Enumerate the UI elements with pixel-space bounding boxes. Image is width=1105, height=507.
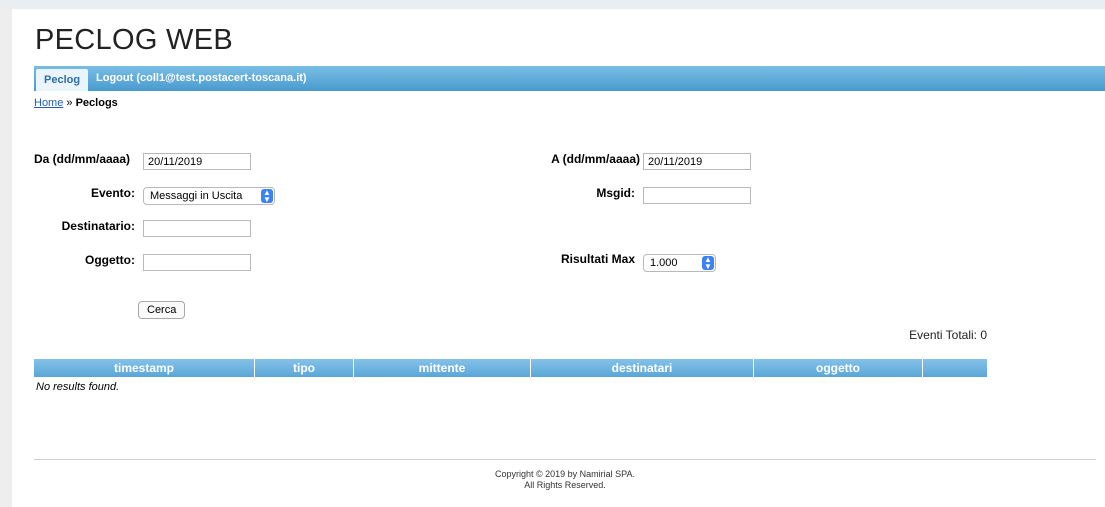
no-results-message: No results found. — [36, 381, 120, 393]
eventi-totali-count: Eventi Totali: 0 — [909, 328, 987, 342]
results-table-header: timestamp tipo mittente destinatari ogge… — [34, 359, 987, 377]
logout-link[interactable]: Logout (coll1@test.postacert-toscana.it) — [96, 66, 307, 91]
footer-copyright: Copyright © 2019 by Namirial SPA. — [494, 469, 636, 479]
footer-rights: All Rights Reserved. — [524, 480, 606, 490]
navbar: Peclog Logout (coll1@test.postacert-tosc… — [34, 66, 1105, 91]
evento-selected-value: Messaggi in Uscita — [150, 190, 243, 202]
risultati-max-label: Risultati Max — [560, 252, 635, 266]
da-label: Da (dd/mm/aaaa) — [34, 152, 131, 166]
top-border — [0, 0, 1105, 9]
select-arrows-icon: ▲ ▼ — [261, 189, 273, 204]
a-date-input[interactable]: 20/11/2019 — [643, 153, 751, 170]
breadcrumb-current: Peclogs — [75, 97, 118, 109]
msgid-input[interactable] — [643, 187, 751, 204]
column-header-actions — [923, 359, 987, 377]
column-header-tipo[interactable]: tipo — [255, 359, 354, 377]
footer-divider — [34, 459, 1096, 460]
destinatario-input[interactable] — [143, 220, 251, 237]
a-label: A (dd/mm/aaaa) — [551, 152, 640, 166]
column-header-mittente[interactable]: mittente — [354, 359, 531, 377]
column-header-destinatari[interactable]: destinatari — [531, 359, 754, 377]
left-border — [0, 9, 12, 507]
evento-label: Evento: — [90, 186, 135, 200]
msgid-label: Msgid: — [596, 186, 635, 200]
column-header-timestamp[interactable]: timestamp — [34, 359, 255, 377]
footer: Copyright © 2019 by Namirial SPA. All Ri… — [0, 469, 1105, 491]
breadcrumb-separator: » — [66, 97, 73, 109]
risultati-max-select[interactable]: 1.000 ▲ ▼ — [643, 254, 716, 272]
destinatario-label: Destinatario: — [61, 219, 135, 233]
breadcrumb: Home » Peclogs — [34, 97, 118, 109]
risultati-selected-value: 1.000 — [650, 257, 678, 269]
evento-select[interactable]: Messaggi in Uscita ▲ ▼ — [143, 187, 275, 205]
column-header-oggetto[interactable]: oggetto — [754, 359, 923, 377]
tab-peclog[interactable]: Peclog — [36, 69, 89, 91]
da-date-input[interactable]: 20/11/2019 — [143, 153, 251, 170]
oggetto-label: Oggetto: — [85, 253, 135, 267]
oggetto-input[interactable] — [143, 254, 251, 271]
breadcrumb-home-link[interactable]: Home — [34, 97, 63, 109]
cerca-button[interactable]: Cerca — [138, 301, 186, 319]
app-title: PECLOG WEB — [35, 24, 233, 56]
select-arrows-icon: ▲ ▼ — [702, 256, 714, 271]
